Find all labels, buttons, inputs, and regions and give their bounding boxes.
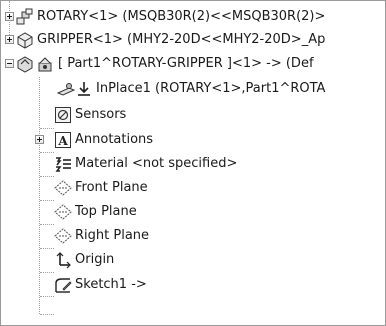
part-edit-icon	[37, 55, 55, 73]
part-icon	[16, 31, 34, 49]
tree-item-origin[interactable]: Origin	[1, 248, 385, 272]
tree-item-label: Material <not specified>	[75, 156, 238, 171]
tree-item-sensors[interactable]: Sensors	[1, 103, 385, 127]
tree-item-rotary[interactable]: ROTARY<1> (MSQB30R(2)<<MSQB30R(2)>	[1, 5, 385, 29]
tree-item-label: Right Plane	[75, 228, 150, 243]
tree-item-label: [ Part1^ROTARY-GRIPPER ]<1> -> (Def	[58, 56, 314, 71]
tree-item-label: Front Plane	[75, 180, 148, 195]
tree-item-sketch1[interactable]: Sketch1 ->	[1, 273, 385, 297]
annotation-icon: A	[54, 131, 72, 149]
material-icon	[54, 155, 72, 173]
mate-group-icon	[57, 80, 75, 98]
tree-item-inplace1[interactable]: InPlace1 (ROTARY<1>,Part1^ROTA	[1, 77, 385, 101]
sketch-icon	[54, 276, 72, 294]
tree-item-label: Annotations	[75, 132, 154, 147]
origin-icon	[54, 251, 72, 269]
collapse-icon[interactable]	[5, 59, 14, 68]
tree-item-top-plane[interactable]: Top Plane	[1, 200, 385, 224]
tree-item-front-plane[interactable]: Front Plane	[1, 176, 385, 200]
tree-item-annotations[interactable]: A Annotations	[1, 128, 385, 152]
tree-item-label: Origin	[75, 252, 115, 267]
feature-manager-tree: ROTARY<1> (MSQB30R(2)<<MSQB30R(2)> GRIPP…	[0, 0, 386, 326]
inplace-mate-icon	[75, 80, 93, 98]
tree-item-right-plane[interactable]: Right Plane	[1, 224, 385, 248]
svg-text:A: A	[57, 134, 68, 148]
plane-icon	[54, 179, 72, 197]
tree-item-label: InPlace1 (ROTARY<1>,Part1^ROTA	[96, 81, 326, 96]
expand-icon[interactable]	[5, 35, 14, 44]
tree-item-material[interactable]: Material <not specified>	[1, 152, 385, 176]
expand-icon[interactable]	[5, 12, 14, 21]
tree-item-label: GRIPPER<1> (MHY2-20D<<MHY2-20D>_Ap	[37, 32, 326, 47]
tree-item-label: ROTARY<1> (MSQB30R(2)<<MSQB30R(2)>	[37, 9, 326, 24]
tree-item-label: Sensors	[75, 107, 127, 122]
tree-item-part1[interactable]: [ Part1^ROTARY-GRIPPER ]<1> -> (Def	[1, 52, 385, 76]
tree-item-label: Top Plane	[75, 204, 137, 219]
expand-icon[interactable]	[35, 135, 44, 144]
sensor-icon	[54, 106, 72, 124]
assembly-component-icon	[16, 8, 34, 26]
tree-item-label: Sketch1 ->	[75, 277, 147, 292]
tree-line	[40, 314, 54, 315]
virtual-part-icon	[16, 55, 34, 73]
tree-item-gripper[interactable]: GRIPPER<1> (MHY2-20D<<MHY2-20D>_Ap	[1, 28, 385, 52]
plane-icon	[54, 203, 72, 221]
plane-icon	[54, 227, 72, 245]
